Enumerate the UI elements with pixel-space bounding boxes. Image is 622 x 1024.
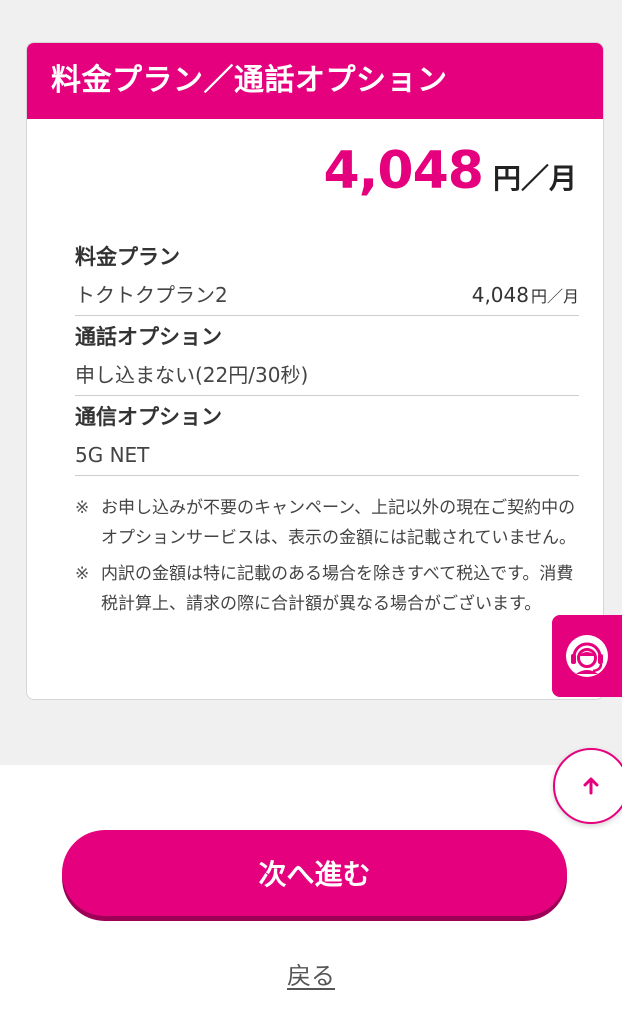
section-rate-plan: 料金プラン トクトクプラン2 4,048 円／月	[75, 239, 579, 316]
section-row: 申し込まない(22円/30秒)	[75, 355, 579, 396]
card-title: 料金プラン／通話オプション	[27, 43, 603, 119]
plan-price-unit: 円／月	[530, 287, 579, 306]
section-label: 通信オプション	[75, 405, 222, 429]
total-unit: 円／月	[492, 162, 577, 195]
note-item: ※ お申し込みが不要のキャンペーン、上記以外の現在ご契約中のオプションサービスは…	[75, 493, 585, 553]
section-row: トクトクプラン2 4,048 円／月	[75, 275, 579, 316]
call-option-value: 申し込まない(22円/30秒)	[75, 363, 309, 387]
headset-support-icon	[566, 635, 608, 677]
section-row: 5G NET	[75, 435, 579, 476]
arrow-up-icon	[583, 777, 599, 795]
plan-price: 4,048 円／月	[472, 275, 579, 317]
back-link[interactable]: 戻る	[287, 962, 335, 990]
section-call-option: 通話オプション 申し込まない(22円/30秒)	[75, 319, 579, 396]
monthly-total: 4,048 円／月	[324, 141, 578, 201]
data-option-value: 5G NET	[75, 443, 150, 467]
plan-summary-card: 料金プラン／通話オプション 4,048 円／月 料金プラン トクトクプラン2 4…	[26, 42, 604, 700]
content-background: 料金プラン／通話オプション 4,048 円／月 料金プラン トクトクプラン2 4…	[0, 0, 622, 765]
section-label: 通話オプション	[75, 325, 222, 349]
plan-price-amount: 4,048	[471, 283, 529, 307]
plan-name: トクトクプラン2	[75, 283, 228, 307]
next-button[interactable]: 次へ進む	[62, 830, 567, 916]
note-mark: ※	[75, 498, 90, 518]
support-chat-button[interactable]	[552, 615, 622, 697]
note-item: ※ 内訳の金額は特に記載のある場合を除きすべて税込です。消費税計算上、請求の際に…	[75, 559, 585, 619]
notes-list: ※ お申し込みが不要のキャンペーン、上記以外の現在ご契約中のオプションサービスは…	[75, 493, 585, 625]
note-text: お申し込みが不要のキャンペーン、上記以外の現在ご契約中のオプションサービスは、表…	[101, 498, 576, 548]
total-amount: 4,048	[323, 141, 484, 201]
scroll-to-top-button[interactable]	[553, 748, 622, 824]
back-link-container: 戻る	[0, 956, 622, 991]
section-label: 料金プラン	[75, 245, 180, 269]
section-data-option: 通信オプション 5G NET	[75, 399, 579, 476]
note-text: 内訳の金額は特に記載のある場合を除きすべて税込です。消費税計算上、請求の際に合計…	[101, 564, 574, 614]
note-mark: ※	[75, 564, 90, 584]
